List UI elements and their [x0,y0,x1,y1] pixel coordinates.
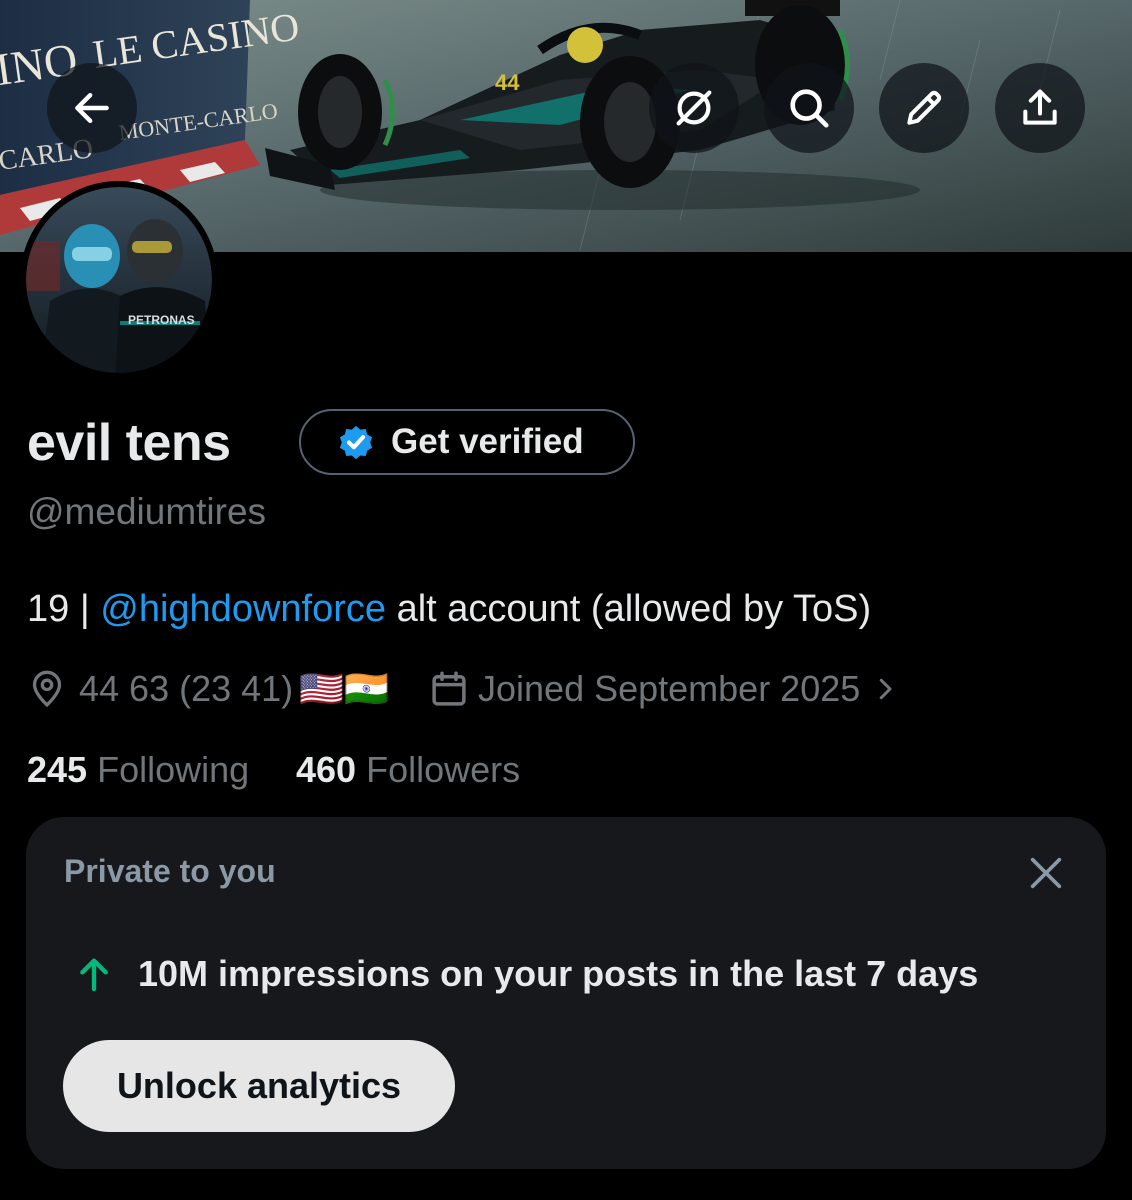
edit-icon [907,90,942,125]
banner-car-number: 44 [495,70,520,95]
chevron-right-icon [880,678,892,700]
unlock-analytics-button[interactable]: Unlock analytics [63,1040,455,1132]
avatar-sponsor-text: PETRONAS [128,313,195,327]
display-name: evil tens [27,414,231,472]
get-verified-button[interactable]: Get verified [299,409,635,475]
location: 44 63 (23 41) 🇺🇸🇮🇳 [27,664,389,714]
bio-mention-link[interactable]: @highdownforce [100,588,386,630]
impressions-text: 10M impressions on your posts in the las… [138,953,979,994]
search-icon [790,89,829,128]
handle: @mediumtires [27,491,267,532]
get-verified-label: Get verified [391,422,584,461]
private-analytics-card: Private to you 10M impressions on your p… [26,817,1106,1169]
location-flags: 🇺🇸🇮🇳 [299,668,389,709]
calendar-icon [432,671,466,706]
verified-badge-icon [339,425,373,460]
bio-prefix: 19 | [27,588,101,630]
share-button[interactable] [995,63,1085,153]
card-title: Private to you [64,853,276,889]
share-icon [1023,89,1057,125]
close-icon [1030,857,1062,889]
impressions-stat: 10M impressions on your posts in the las… [74,953,978,995]
following-label: Following [97,749,250,790]
arrow-left-icon [75,92,109,124]
avatar-image: PETRONAS [20,181,218,379]
profile-screen: INO LE CASINO CARLO MONTE-CARLO 44 PETRO… [0,0,1132,1200]
edit-button[interactable] [879,63,969,153]
following-count-link[interactable]: 245 Following [27,746,249,794]
joined-text: Joined September 2025 [478,668,861,709]
avatar[interactable]: PETRONAS [20,181,218,379]
grok-button[interactable] [649,63,739,153]
followers-label: Followers [366,749,521,790]
location-text: 44 63 (23 41) [79,668,294,709]
following-count: 245 [27,749,88,790]
arrow-up-icon [80,958,108,992]
bio-suffix: alt account (allowed by ToS) [386,588,872,630]
bio: 19 | @highdownforce alt account (allowed… [27,584,871,634]
search-button[interactable] [764,63,854,153]
grok-icon [676,90,712,126]
followers-count-link[interactable]: 460 Followers [296,746,520,794]
followers-count: 460 [296,749,357,790]
card-close-button[interactable] [1026,853,1066,893]
back-button[interactable] [47,63,137,153]
location-pin-icon [32,670,62,708]
joined-date[interactable]: Joined September 2025 [428,664,900,714]
